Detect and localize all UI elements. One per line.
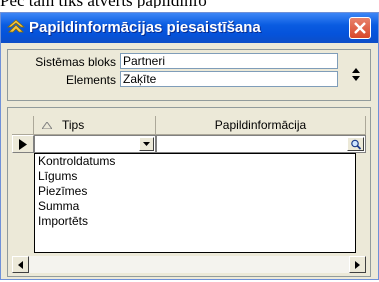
dropdown-option-ligums[interactable]: Līgums <box>38 169 77 184</box>
table-row <box>12 135 366 153</box>
window-title: Papildinformācijas piesaistīšana <box>29 19 261 36</box>
papildinformacija-field[interactable] <box>156 135 366 153</box>
scroll-left-icon <box>18 261 23 269</box>
dropdown-option-kontroldatums[interactable]: Kontroldatums <box>38 154 115 169</box>
sistemas-bloks-label: Sistēmas bloks <box>35 55 116 69</box>
close-button[interactable] <box>349 17 371 39</box>
scroll-right-icon <box>355 261 360 269</box>
updown-arrows-icon[interactable] <box>348 65 364 85</box>
column-label-tips: Tips <box>62 118 85 132</box>
dropdown-option-piezimes[interactable]: Piezīmes <box>38 184 87 199</box>
attachment-grid: Tips Papildinformācija Kontroldatums Līg… <box>12 116 366 274</box>
elements-label: Elements <box>65 73 116 87</box>
chevron-down-icon <box>143 142 150 146</box>
scroll-left-button[interactable] <box>12 256 29 273</box>
sort-asc-icon <box>42 122 52 129</box>
grid-header: Tips Papildinformācija <box>12 116 366 135</box>
app-icon <box>6 19 26 35</box>
row-pointer-icon <box>19 139 27 150</box>
scroll-right-button[interactable] <box>349 256 366 273</box>
search-button[interactable] <box>347 137 364 151</box>
tips-dropdown-list: Kontroldatums Līgums Piezīmes Summa Impo… <box>34 153 356 253</box>
background-document-text: Pēc tam tiks atvērts papildinfo <box>0 0 379 8</box>
column-header-papildinformacija[interactable]: Papildinformācija <box>156 116 366 135</box>
grid-header-corner <box>12 116 34 135</box>
title-bar[interactable]: Papildinformācijas piesaistīšana <box>1 13 378 43</box>
dropdown-option-importets[interactable]: Importēts <box>38 214 88 229</box>
tips-dropdown-button[interactable] <box>139 137 154 151</box>
search-icon <box>351 139 362 150</box>
row-selector[interactable] <box>12 135 34 153</box>
dialog-window: Papildinformācijas piesaistīšana Sistēma… <box>0 12 379 280</box>
elements-field[interactable]: Zaķīte <box>120 71 338 87</box>
attachment-grid-panel: Tips Papildinformācija Kontroldatums Līg… <box>7 107 371 277</box>
horizontal-scrollbar[interactable] <box>12 256 366 273</box>
close-icon <box>354 22 366 34</box>
column-header-tips[interactable]: Tips <box>34 116 156 135</box>
source-fields-group: Sistēmas bloks Partneri Elements Zaķīte <box>7 49 371 101</box>
sistemas-bloks-field[interactable]: Partneri <box>120 53 338 69</box>
tips-combobox[interactable] <box>34 135 156 153</box>
dropdown-option-summa[interactable]: Summa <box>38 199 79 214</box>
